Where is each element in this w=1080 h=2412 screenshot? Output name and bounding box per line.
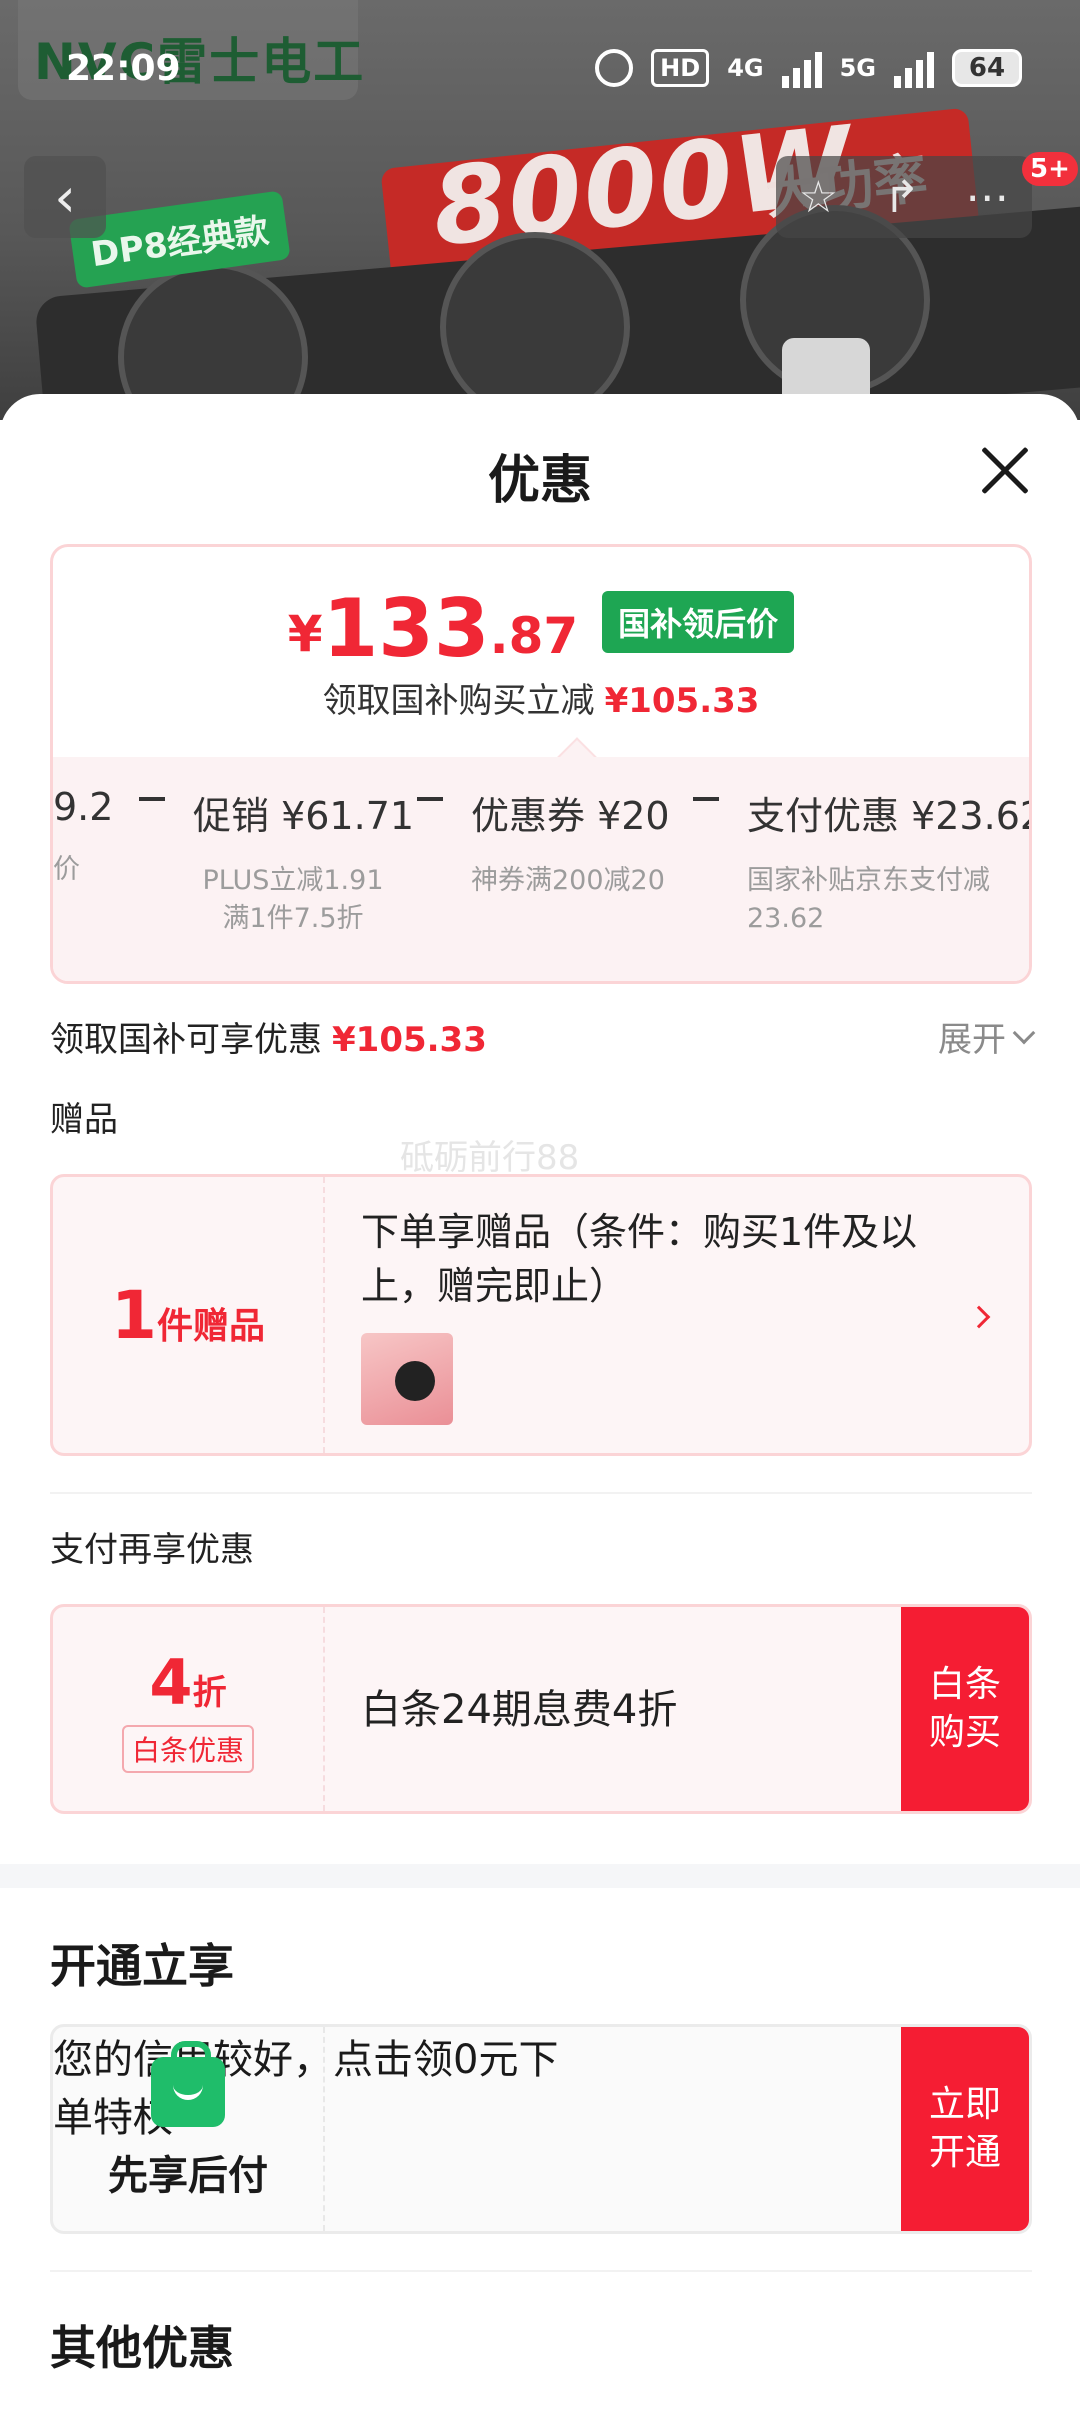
baitiao-card: 4折 白条优惠 白条24期息费4折 白条购买 bbox=[50, 1604, 1032, 1814]
price-decimal: .87 bbox=[489, 607, 579, 665]
price-integer: 133 bbox=[322, 582, 490, 675]
open-now-button[interactable]: 立即开通 bbox=[901, 2027, 1029, 2231]
expand-label: 展开 bbox=[938, 1020, 1006, 1060]
share-icon[interactable]: ↱ bbox=[883, 172, 920, 223]
subsidy-row: 领取国补可享优惠 ¥105.33 bbox=[50, 1012, 487, 1061]
divider bbox=[50, 2270, 1032, 2272]
breakdown-sub: 国家补贴京东支付减23.62 bbox=[747, 865, 990, 934]
subsidy-price-tag: 国补领后价 bbox=[602, 591, 795, 653]
price-currency: ¥ bbox=[287, 605, 323, 663]
price-breakdown: 9.2 价 促销 ¥61.71 PLUS立减1.91 满1件7.5折 优惠券 ¥… bbox=[53, 757, 1032, 981]
sheet-title: 优惠 bbox=[487, 451, 592, 511]
chevron-down-icon bbox=[1012, 1021, 1036, 1044]
breakdown-item: 优惠券 ¥20 神券满200减20 bbox=[471, 785, 671, 900]
top-actions: ☆ ↱ ⋯ bbox=[776, 156, 1032, 238]
discount-value: 4 bbox=[149, 1645, 193, 1719]
divider bbox=[50, 1492, 1032, 1494]
discount-unit: 折 bbox=[192, 1672, 227, 1713]
open-now-label: 立即开通 bbox=[928, 2084, 1001, 2173]
signal-icon bbox=[894, 48, 934, 88]
breakdown-heading: 优惠券 ¥20 bbox=[471, 794, 670, 838]
breakdown-item: 9.2 价 bbox=[53, 785, 113, 889]
status-icons: HD 4G 5G 64 bbox=[595, 48, 1022, 88]
section-separator bbox=[0, 1864, 1080, 1888]
credit-service-name: 先享后付 bbox=[108, 2153, 268, 2199]
baitiao-description: 白条24期息费4折 bbox=[361, 1687, 678, 1733]
gift-count-unit: 件赠品 bbox=[156, 1305, 265, 1347]
subsidy-label: 领取国补可享优惠 bbox=[50, 1020, 322, 1060]
hd-icon: HD bbox=[651, 49, 710, 87]
back-button[interactable]: ‹ bbox=[24, 156, 106, 238]
baitiao-discount: 4折 白条优惠 bbox=[53, 1607, 325, 1811]
breakdown-heading: 9.2 bbox=[53, 785, 114, 829]
chevron-right-icon bbox=[967, 1305, 991, 1329]
socket-image bbox=[440, 232, 630, 420]
star-icon[interactable]: ☆ bbox=[799, 172, 838, 223]
status-bar: 22:09 HD 4G 5G 64 bbox=[0, 0, 1080, 140]
breakdown-sub: 价 bbox=[53, 854, 80, 885]
baitiao-tag: 白条优惠 bbox=[121, 1724, 254, 1773]
expand-toggle[interactable]: 展开 bbox=[938, 1012, 1036, 1061]
baitiao-buy-button[interactable]: 白条购买 bbox=[901, 1607, 1029, 1811]
pay-section-label: 支付再享优惠 bbox=[50, 1530, 254, 1570]
credit-service: 先享后付 bbox=[53, 2027, 325, 2231]
minus-sign bbox=[139, 797, 165, 801]
open-section-title: 开通立享 bbox=[50, 1939, 234, 1993]
gift-thumbnail[interactable] bbox=[361, 1333, 453, 1425]
chevron-left-icon: ‹ bbox=[54, 165, 76, 229]
gift-count: 1件赠品 bbox=[53, 1177, 325, 1453]
claim-amount: ¥105.33 bbox=[604, 681, 760, 721]
network-5g-label: 5G bbox=[839, 54, 876, 82]
gift-section-label: 赠品 bbox=[50, 1100, 118, 1140]
claim-label: 领取国补购买立减 bbox=[322, 681, 595, 721]
status-time: 22:09 bbox=[66, 48, 181, 89]
shopping-bag-icon bbox=[151, 2041, 225, 2127]
battery-icon: 64 bbox=[952, 49, 1022, 87]
watermark-text: 砥砺前行88 bbox=[400, 1138, 580, 1178]
credit-card: 先享后付 您的信用较好，点击领0元下单特权 立即开通 bbox=[50, 2024, 1032, 2234]
breakdown-heading: 支付优惠 ¥23.62 bbox=[747, 794, 1032, 838]
price-summary-card: ¥ 133 .87 国补领后价 领取国补购买立减 ¥105.33 9.2 价 促销… bbox=[50, 544, 1032, 984]
alarm-icon bbox=[595, 49, 634, 87]
close-icon[interactable] bbox=[980, 446, 1028, 494]
gift-count-number: 1 bbox=[111, 1276, 157, 1354]
minus-sign bbox=[417, 797, 443, 801]
breakdown-heading: 促销 ¥61.71 bbox=[193, 794, 415, 838]
other-section-title: 其他优惠 bbox=[50, 2321, 234, 2375]
gift-description: 下单享赠品（条件：购买1件及以上，赠完即止） bbox=[361, 1210, 918, 1308]
discount-sheet: 优惠 ¥ 133 .87 国补领后价 领取国补购买立减 ¥105.33 9.2 价… bbox=[0, 394, 1080, 2412]
breakdown-sub: 神券满200减20 bbox=[471, 865, 665, 896]
network-4g-label: 4G bbox=[727, 54, 764, 82]
message-badge: 5+ bbox=[1022, 152, 1078, 186]
claim-text: 领取国补购买立减 ¥105.33 bbox=[53, 673, 1029, 722]
breakdown-item: 促销 ¥61.71 PLUS立减1.91 满1件7.5折 bbox=[193, 785, 415, 938]
baitiao-buy-label: 白条购买 bbox=[928, 1664, 1001, 1753]
minus-sign bbox=[693, 797, 719, 801]
signal-icon bbox=[781, 48, 822, 88]
breakdown-item: 支付优惠 ¥23.62 国家补贴京东支付减23.62 bbox=[747, 785, 1032, 938]
subsidy-amount: ¥105.33 bbox=[332, 1020, 487, 1060]
breakdown-sub: PLUS立减1.91 满1件7.5折 bbox=[202, 865, 384, 934]
gift-card[interactable]: 1件赠品 下单享赠品（条件：购买1件及以上，赠完即止） bbox=[50, 1174, 1032, 1456]
more-icon[interactable]: ⋯ bbox=[965, 172, 1009, 223]
